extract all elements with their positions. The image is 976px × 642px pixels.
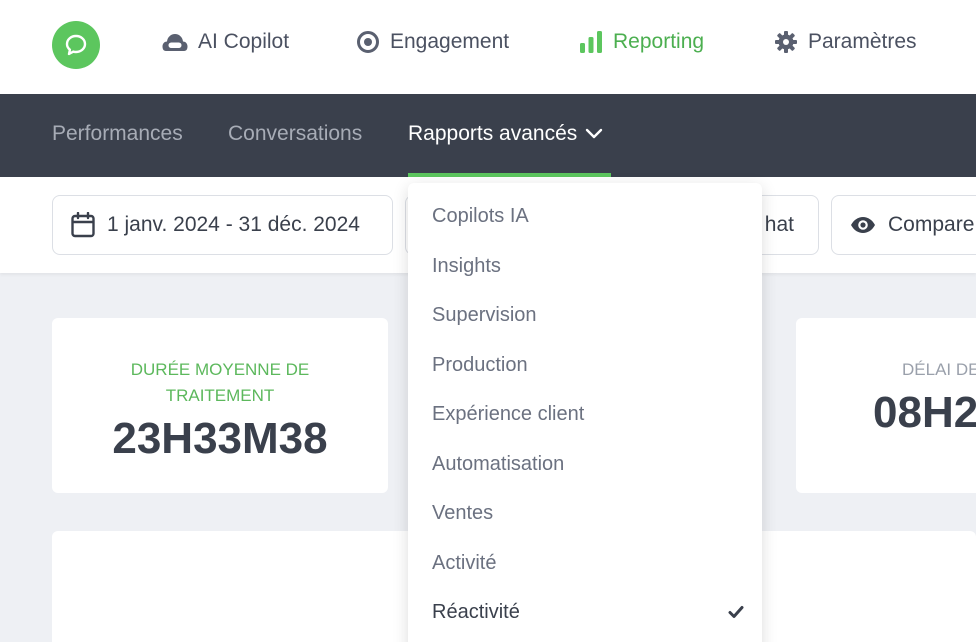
dropdown-item-label: Supervision bbox=[432, 303, 537, 326]
dropdown-item-label: Automatisation bbox=[432, 452, 565, 475]
kpi-card-average-handling-time: Durée moyenne de traitement 23H33M38 bbox=[52, 318, 388, 493]
nav-engagement[interactable]: Engagement bbox=[356, 28, 509, 56]
dropdown-item-production[interactable]: Production bbox=[432, 350, 744, 380]
top-navigation: AI Copilot Engagement Reporting Paramètr… bbox=[0, 0, 976, 94]
dropdown-item-reactivite[interactable]: Réactivité bbox=[432, 597, 744, 627]
date-range-label: 1 janv. 2024 - 31 déc. 2024 bbox=[107, 213, 360, 236]
kpi-value: 08H2 bbox=[873, 388, 976, 437]
compare-label: Compare bbox=[888, 213, 975, 236]
dropdown-item-label: Copilots IA bbox=[432, 204, 529, 227]
dropdown-item-activite[interactable]: Activité bbox=[432, 548, 744, 578]
rapports-avances-dropdown: Copilots IA Insights Supervision Product… bbox=[408, 183, 762, 642]
dropdown-item-label: Insights bbox=[432, 254, 501, 277]
cloud-bot-icon bbox=[162, 34, 188, 51]
nav-ai-copilot-label: AI Copilot bbox=[198, 30, 290, 53]
nav-engagement-label: Engagement bbox=[390, 30, 510, 53]
dropdown-item-label: Ventes bbox=[432, 501, 494, 524]
compare-button[interactable]: Compare bbox=[831, 195, 976, 255]
dropdown-item-label: Réactivité bbox=[432, 600, 520, 623]
nav-parametres[interactable]: Paramètres bbox=[774, 28, 917, 56]
chat-bubble-icon bbox=[65, 34, 87, 56]
kpi-label: Délai de bbox=[902, 360, 976, 379]
tab-rapports-avances-label: Rapports avancés bbox=[408, 122, 578, 145]
dropdown-item-experience-client[interactable]: Expérience client bbox=[432, 399, 744, 429]
channel-filter-label: hat bbox=[764, 213, 794, 236]
dropdown-item-automatisation[interactable]: Automatisation bbox=[432, 449, 744, 479]
tab-rapports-avances[interactable]: Rapports avancés bbox=[408, 120, 603, 148]
gear-icon bbox=[775, 31, 797, 53]
calendar-icon bbox=[71, 212, 95, 238]
kpi-label: Durée moyenne de traitement bbox=[130, 360, 310, 405]
sub-navigation: Performances Conversations Rapports avan… bbox=[0, 94, 976, 177]
checkmark-icon bbox=[728, 606, 744, 618]
date-range-picker[interactable]: 1 janv. 2024 - 31 déc. 2024 bbox=[52, 195, 393, 255]
nav-parametres-label: Paramètres bbox=[808, 30, 917, 53]
dropdown-item-label: Expérience client bbox=[432, 402, 585, 425]
nav-ai-copilot[interactable]: AI Copilot bbox=[162, 28, 289, 56]
tab-performances-label: Performances bbox=[52, 122, 183, 145]
chevron-down-icon bbox=[586, 128, 603, 139]
dropdown-item-copilots-ia[interactable]: Copilots IA bbox=[432, 201, 744, 231]
dropdown-item-ventes[interactable]: Ventes bbox=[432, 498, 744, 528]
bar-chart-icon bbox=[580, 31, 602, 53]
dropdown-item-insights[interactable]: Insights bbox=[432, 251, 744, 281]
dropdown-item-label: Production bbox=[432, 353, 528, 376]
tab-performances[interactable]: Performances bbox=[52, 120, 183, 148]
dropdown-item-supervision[interactable]: Supervision bbox=[432, 300, 744, 330]
tab-conversations[interactable]: Conversations bbox=[228, 120, 362, 148]
target-icon bbox=[357, 31, 379, 53]
eye-icon bbox=[851, 217, 875, 233]
kpi-card-delay: Délai de 08H2 bbox=[796, 318, 976, 493]
tab-conversations-label: Conversations bbox=[228, 122, 363, 145]
nav-reporting[interactable]: Reporting bbox=[579, 28, 704, 56]
kpi-value: 23H33M38 bbox=[112, 414, 328, 463]
dropdown-item-label: Activité bbox=[432, 551, 497, 574]
app-logo[interactable] bbox=[52, 21, 100, 69]
nav-reporting-label: Reporting bbox=[613, 30, 705, 53]
